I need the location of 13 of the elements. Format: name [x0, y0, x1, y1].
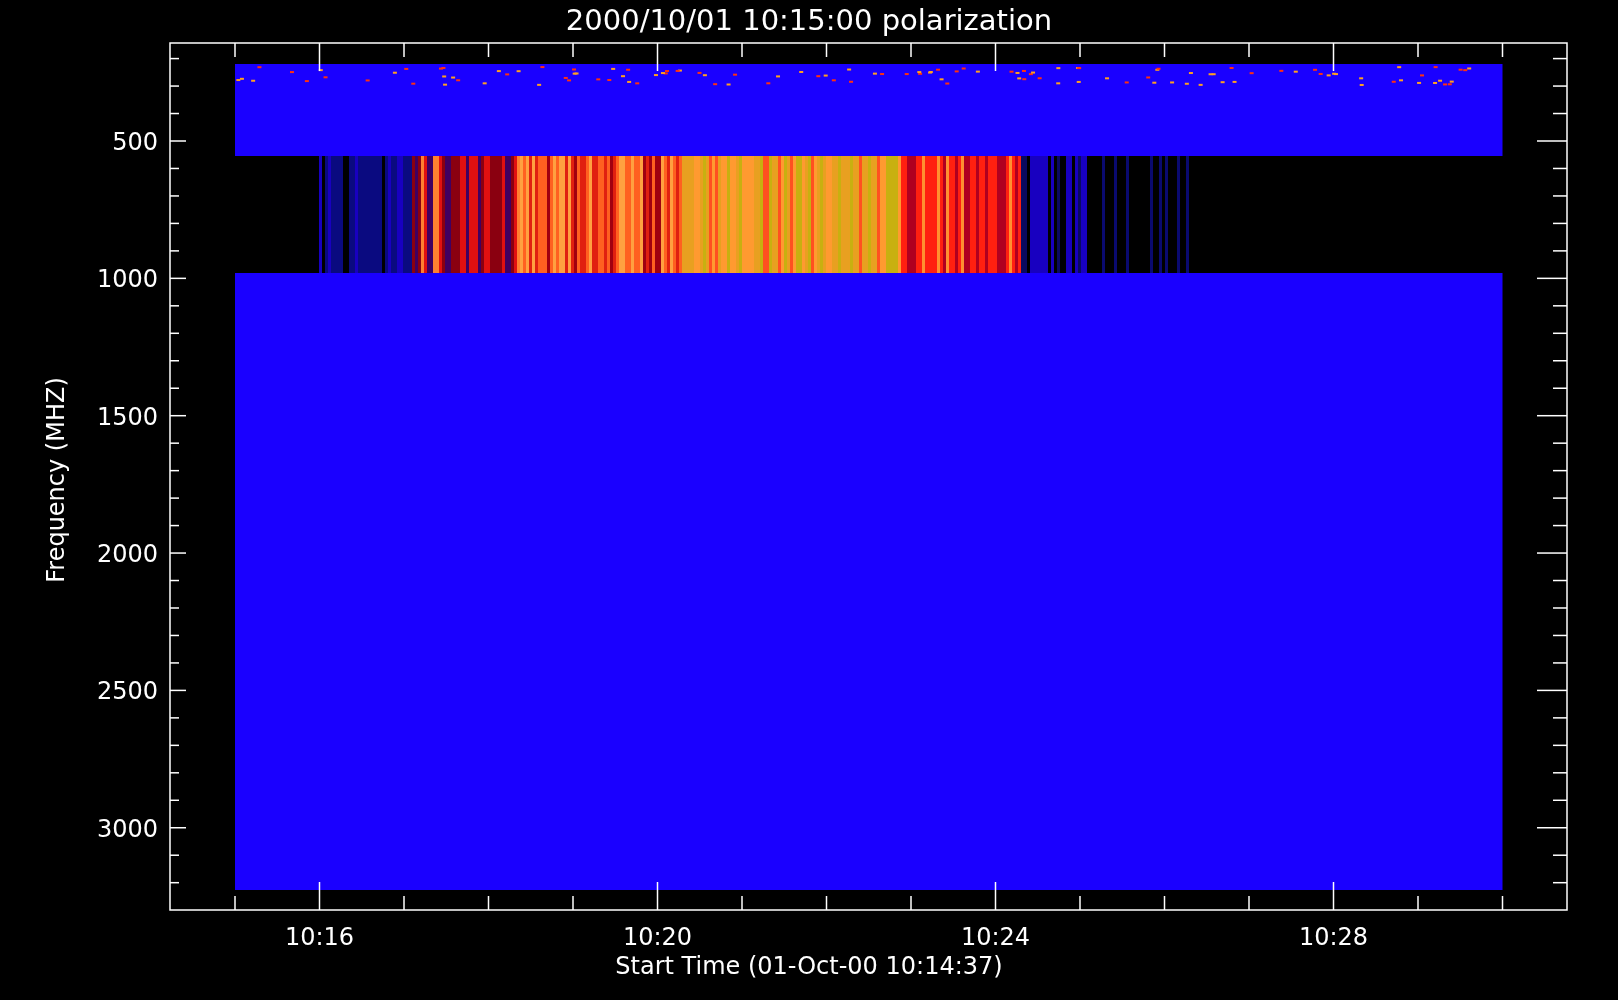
y-axis-label: Frequency (MHZ) — [42, 377, 70, 583]
tick-label: 10:28 — [1298, 923, 1369, 951]
tick-label: 500 — [112, 128, 158, 156]
tick-label: 10:16 — [284, 923, 355, 951]
tick-label: 2000 — [96, 540, 158, 569]
tick-label: 2500 — [96, 677, 158, 706]
tick-label: 3000 — [96, 814, 158, 843]
tick-label: 10:24 — [960, 923, 1031, 951]
x-axis-label: Start Time (01-Oct-00 10:14:37) — [615, 952, 1003, 980]
tick-label: 10:20 — [622, 923, 693, 951]
tick-label: 1000 — [96, 265, 158, 294]
plot-title: 2000/10/01 10:15:00 polarization — [565, 3, 1053, 37]
tick-label: 1500 — [96, 402, 158, 431]
